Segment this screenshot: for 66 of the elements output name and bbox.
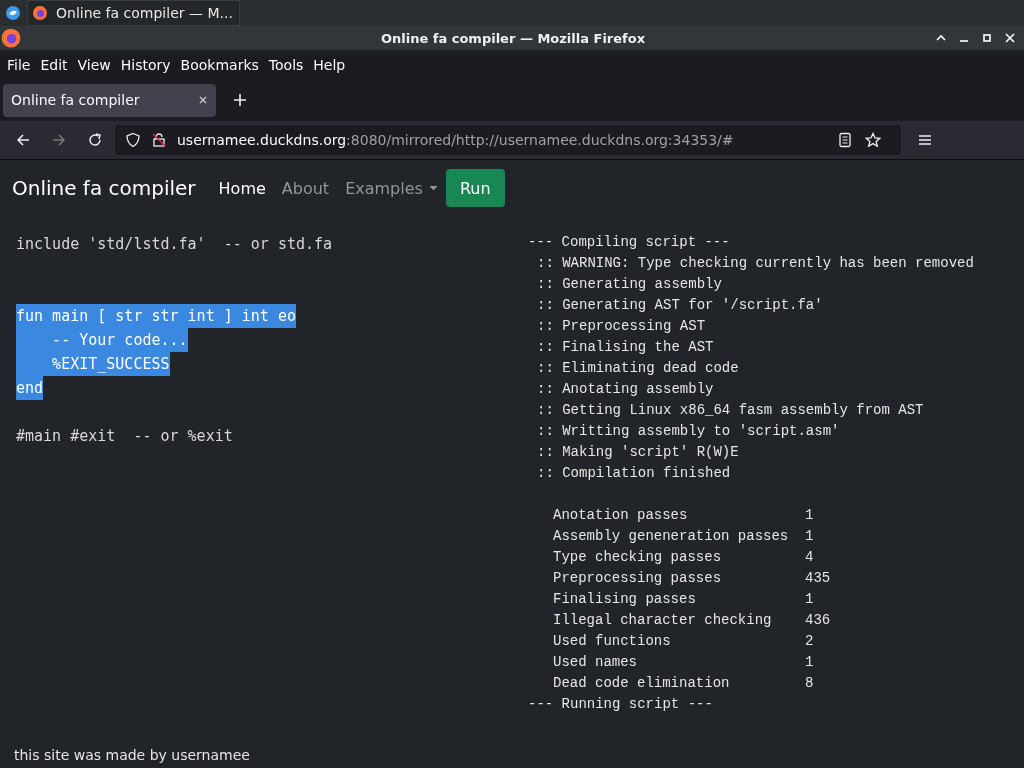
stat-label: Used names [553, 653, 638, 672]
nav-link[interactable]: Home [218, 178, 266, 198]
stat-value: 1 [805, 506, 814, 525]
output-line: :: Generating assembly [536, 275, 723, 294]
run-button[interactable]: Run [445, 169, 505, 207]
stat-value: 4 [805, 548, 814, 567]
nav-link[interactable]: About [281, 178, 330, 198]
close-icon[interactable] [198, 95, 208, 105]
stat-label: Used functions [553, 632, 672, 651]
stat-value: 8 [805, 674, 814, 693]
menu-item[interactable]: Bookmarks [175, 57, 264, 73]
menu-item[interactable]: Help [308, 57, 351, 73]
stat-label: Preprocessing passes [553, 569, 723, 588]
taskbar-window-button[interactable]: Online fa compiler — M... [27, 0, 240, 26]
menu-item[interactable]: Tools [263, 57, 309, 73]
stat-label: Dead code elimination [553, 674, 731, 693]
output-line: --- Compiling script --- [528, 233, 731, 252]
code-line: #main #exit -- or %exit [16, 426, 233, 447]
app-launcher-icon[interactable] [5, 5, 21, 21]
code-line: include 'std/lstd.fa' -- or std.fa [16, 234, 333, 255]
menu-item[interactable]: File [2, 57, 36, 73]
address-bar[interactable]: usernamee.duckdns.org:8080/mirrored/http://usernamee.duckdns.org:34353/# [115, 125, 901, 155]
output-line: :: WARNING: Type checking currently has been removed [536, 254, 974, 273]
stat-value: 1 [805, 527, 814, 546]
menu-item[interactable]: Edit [35, 57, 73, 73]
window-title: Online fa compiler — Mozilla Firefox [379, 30, 647, 46]
output-line: :: Generating AST for '/script.fa' [536, 296, 824, 315]
stat-label: Anotation passes [553, 506, 689, 525]
nav-dropdown[interactable]: Examples [345, 178, 438, 198]
stat-value: 436 [805, 611, 831, 630]
output-line: :: Finalising the AST [536, 338, 715, 357]
back-icon[interactable] [15, 132, 31, 148]
stat-value: 435 [805, 569, 831, 588]
firefox-icon [32, 5, 48, 21]
browser-tab[interactable]: Online fa compiler [3, 83, 216, 117]
forward-icon[interactable] [51, 132, 67, 148]
stat-label: Type checking passes [553, 548, 723, 567]
maximize-icon[interactable] [981, 32, 993, 44]
output-line: :: Eliminating dead code [536, 359, 740, 378]
stat-value: 1 [805, 653, 814, 672]
menu-icon[interactable] [917, 132, 933, 148]
stat-label: Illegal character checking [553, 611, 773, 630]
output-line: :: Getting Linux x86_64 fasm assembly from AST [536, 401, 925, 420]
caret-icon [428, 185, 438, 191]
stat-label: Finalising passes [553, 590, 697, 609]
output-line: --- Running script --- [528, 695, 714, 714]
menu-item[interactable]: View [72, 57, 116, 73]
insecure-lock-icon[interactable] [151, 132, 167, 148]
reader-view-icon[interactable] [837, 132, 853, 148]
output-line: :: Writting assembly to 'script.asm' [536, 422, 841, 441]
stat-label: Assembly geneneration passes [553, 527, 790, 546]
site-brand[interactable]: Online fa compiler [12, 176, 196, 200]
url-text: usernamee.duckdns.org:8080/mirrored/http://usernamee.duckdns.org:34353/# [177, 132, 734, 148]
stat-value: 1 [805, 590, 814, 609]
output-line: :: Compilation finished [536, 464, 732, 483]
reload-icon[interactable] [87, 132, 103, 148]
menu-item[interactable]: History [115, 57, 176, 73]
new-tab-icon[interactable] [233, 93, 247, 107]
stat-value: 2 [805, 632, 814, 651]
footer-text: this site was made by usernamee [14, 747, 250, 763]
firefox-icon [1, 28, 21, 48]
output-line: :: Preprocessing AST [536, 317, 707, 336]
bookmark-star-icon[interactable] [865, 132, 881, 148]
output-line: :: Anotating assembly [536, 380, 715, 399]
shield-icon[interactable] [125, 132, 141, 148]
output-line: :: Making 'script' R(W)E [536, 443, 740, 462]
